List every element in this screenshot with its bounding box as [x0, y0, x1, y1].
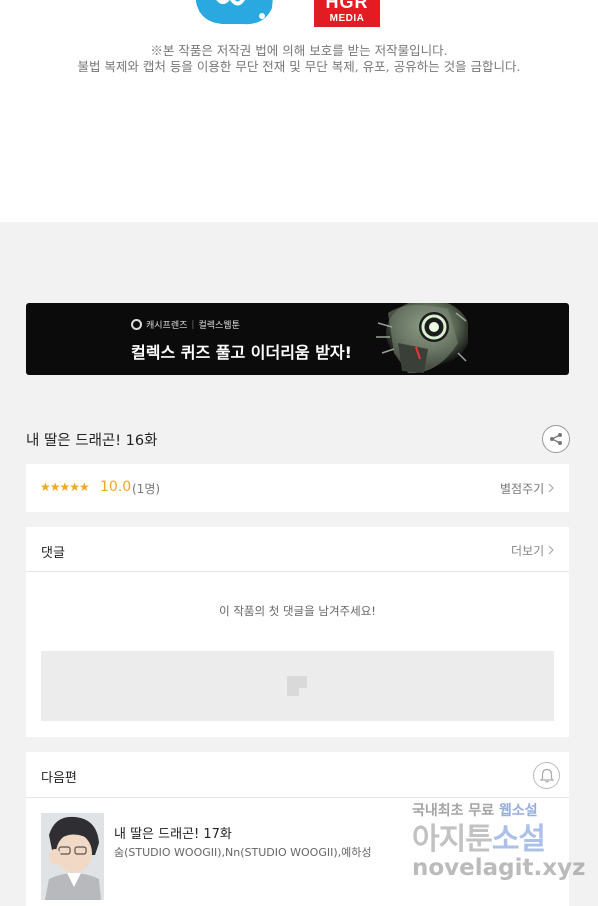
next-episode-label: 다음편 — [41, 771, 77, 786]
banner-brand: 캐시프렌즈 | 컬렉스웹툰 — [131, 318, 240, 331]
rating-count: (1명) — [132, 482, 161, 496]
rating-stars: ★★★★★ — [40, 480, 90, 494]
next-episode-title[interactable]: 내 딸은 드래곤! 17화 — [114, 823, 232, 842]
character-thumbnail-image — [41, 813, 104, 900]
episode-title: 내 딸은 드래곤! 16화 — [26, 433, 158, 449]
comments-empty-message: 이 작품의 첫 댓글을 남겨주세요! — [219, 604, 376, 618]
comments-label: 댓글 — [41, 546, 65, 561]
rate-button[interactable]: 별점주기 — [500, 480, 555, 497]
chevron-right-icon — [548, 545, 554, 555]
chevron-right-icon — [548, 483, 554, 493]
comments-header: 댓글 더보기 — [26, 527, 569, 572]
copyright-section: HGR MEDIA ※본 작품은 저작권 법에 의해 보호를 받는 저작물입니다… — [0, 0, 598, 222]
image-placeholder-icon — [287, 676, 307, 696]
publisher-logo-left — [196, 0, 273, 25]
next-episode-header: 다음편 — [26, 752, 569, 798]
share-icon — [550, 433, 562, 445]
notify-button[interactable] — [533, 762, 560, 789]
comments-more-button[interactable]: 더보기 — [511, 542, 555, 559]
copyright-notice-line2: 불법 복제와 캡처 등을 이용한 무단 전재 및 무단 복제, 유포, 공유하는… — [77, 59, 521, 74]
rating-score: 10.0 — [100, 479, 132, 495]
promo-banner[interactable]: 캐시프렌즈 | 컬렉스웹툰 컬렉스 퀴즈 풀고 이더리움 받자! — [26, 303, 569, 375]
rating-card: ★★★★★ 10.0 (1명) 별점주기 — [26, 464, 569, 512]
comments-card: 댓글 더보기 이 작품의 첫 댓글을 남겨주세요! — [26, 527, 569, 737]
next-episode-author: 숨(STUDIO WOOGII),Nn(STUDIO WOOGII),예하성 — [114, 846, 372, 859]
cashfriends-logo-icon — [131, 319, 142, 330]
publisher-logo-right: HGR MEDIA — [314, 0, 380, 27]
bell-icon — [539, 768, 554, 783]
next-episode-card: 다음편 내 딸은 드래곤! 17화 숨(STUDIO WOOGII),Nn(ST… — [26, 752, 569, 906]
share-button[interactable] — [542, 425, 570, 453]
banner-robot-art — [358, 303, 468, 375]
banner-headline: 컬렉스 퀴즈 풀고 이더리움 받자! — [131, 343, 352, 362]
next-episode-thumbnail[interactable] — [41, 813, 104, 900]
comment-input-box[interactable] — [41, 651, 554, 721]
